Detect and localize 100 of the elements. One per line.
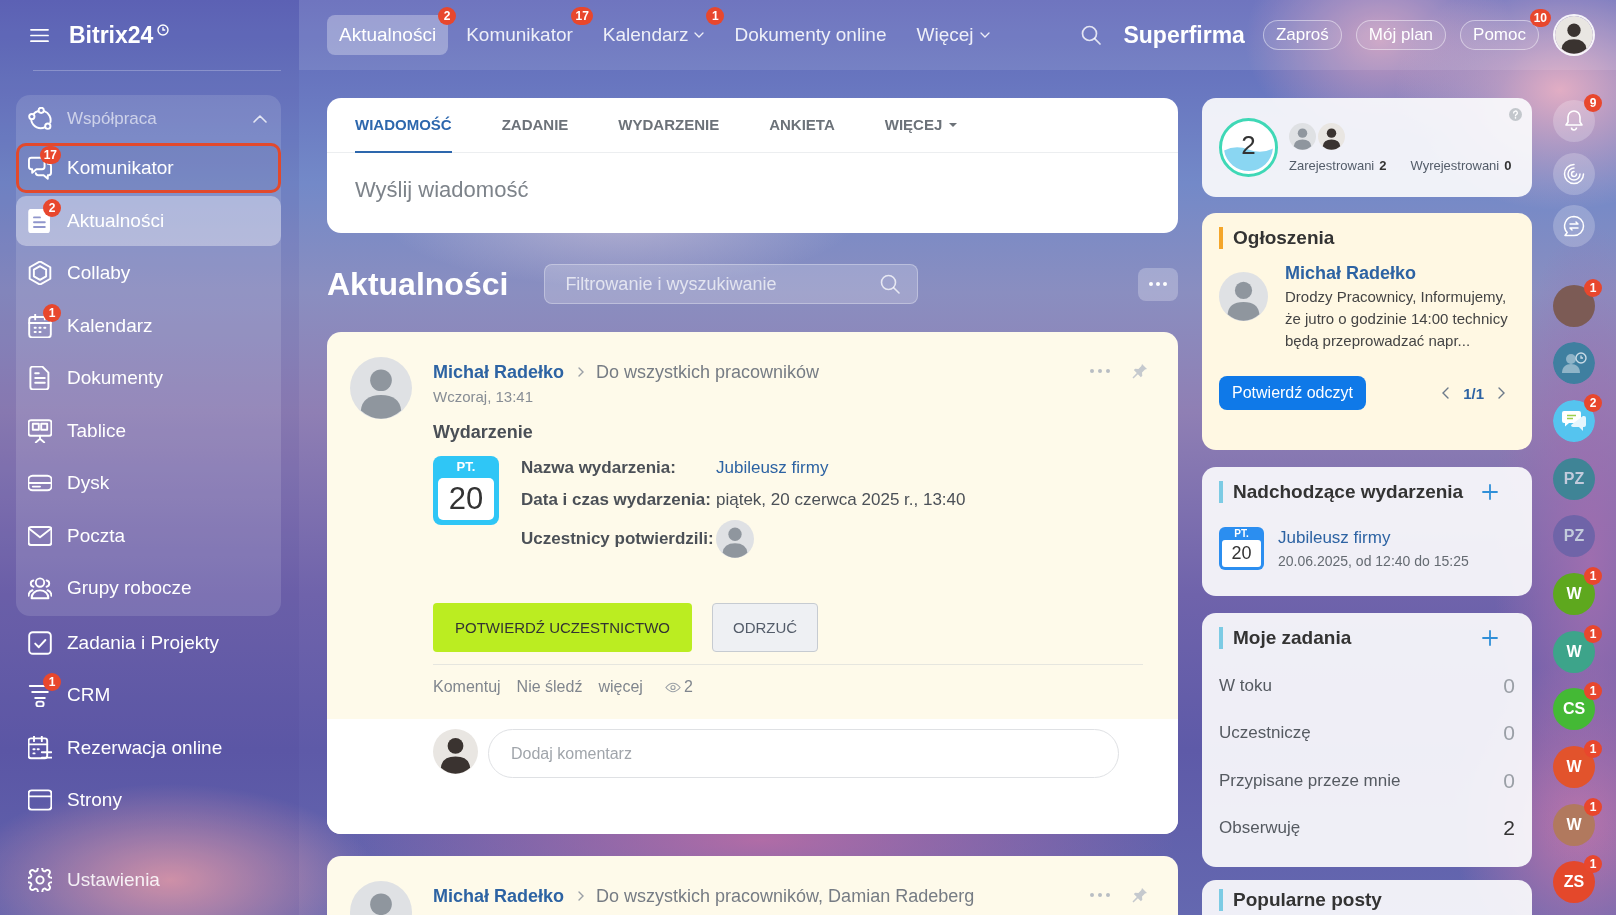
author-link[interactable]: Michał Radełko <box>433 361 565 383</box>
stat-value: 2 <box>1379 157 1387 173</box>
unread-counter: 1 <box>1584 797 1602 816</box>
confirm-button[interactable]: POTWIERDŹ UCZESTNICTWO <box>433 603 692 652</box>
plus-icon[interactable] <box>1482 630 1498 646</box>
widget-title: Moje zadania <box>1219 627 1352 649</box>
chevron-up-icon[interactable] <box>253 115 267 123</box>
user-avatar-icon <box>716 520 754 558</box>
sidebar-item[interactable]: 17 Komunikator <box>16 143 281 193</box>
sidebar-item[interactable]: Collaby <box>16 248 281 298</box>
decline-button[interactable]: ODRZUĆ <box>712 603 819 652</box>
chevron-right-icon[interactable] <box>1498 387 1505 399</box>
chat-arrows-icon[interactable] <box>1553 205 1595 247</box>
checkbox-icon <box>28 630 52 655</box>
composer-tab[interactable]: WIĘCEJ <box>884 98 958 153</box>
sidebar-item[interactable]: 2 Aktualności <box>16 195 281 246</box>
unread-counter: 2 <box>43 198 61 217</box>
group-label[interactable]: Współpraca <box>67 109 157 129</box>
sidebar-item[interactable]: Tablice <box>16 405 281 456</box>
chevron-left-icon[interactable] <box>1442 387 1450 399</box>
composer-tab[interactable]: ZADANIE <box>501 98 569 153</box>
nav-tab[interactable]: Więcej <box>904 15 1002 55</box>
user-avatar-icon <box>1318 122 1345 150</box>
more-icon <box>1149 282 1167 286</box>
person-clock-icon[interactable] <box>1553 342 1595 385</box>
booking-calendar-icon <box>28 735 52 760</box>
unread-counter: 1 <box>1584 740 1602 758</box>
task-filter-link[interactable]: Obserwuję <box>1219 818 1301 839</box>
plus-icon[interactable] <box>1482 484 1498 500</box>
sidebar-item[interactable]: Poczta <box>16 510 281 561</box>
task-filter-link[interactable]: Przypisane przeze mnie <box>1219 770 1401 791</box>
sidebar-item[interactable]: Zadania i Projekty <box>16 617 281 668</box>
unread-counter: 17 <box>571 7 593 25</box>
more-button[interactable] <box>1138 267 1178 301</box>
sidebar-item[interactable]: Dysk <box>16 458 281 508</box>
task-filter-link[interactable]: Uczestniczę <box>1219 723 1311 744</box>
recipients-text: Do wszystkich pracowników <box>596 361 820 383</box>
sidebar-item[interactable]: Grupy robocze <box>16 563 281 613</box>
header-button[interactable]: Mój plan <box>1355 20 1447 50</box>
confirm-read-button[interactable]: Potwierdź odczyt <box>1219 376 1366 410</box>
initials-avatar[interactable]: PZ <box>1553 457 1595 500</box>
menu-icon[interactable] <box>30 27 49 43</box>
composer-tab[interactable]: WIADOMOŚĆ <box>355 98 452 153</box>
pin-icon[interactable] <box>1132 887 1148 903</box>
message-field[interactable]: Wyślij wiadomość <box>355 175 855 205</box>
search-icon[interactable] <box>880 274 901 294</box>
post-action-link[interactable]: Komentuj <box>433 678 501 696</box>
caret-icon <box>694 32 705 38</box>
task-count: 0 <box>1503 673 1515 698</box>
unread-counter: 9 <box>1584 94 1602 112</box>
people-icon <box>28 576 52 600</box>
task-filter-link[interactable]: W toku <box>1219 675 1272 696</box>
settings-item[interactable]: Ustawienia <box>16 855 281 905</box>
water-ring-icon <box>1219 118 1278 177</box>
post-action-link[interactable]: Nie śledź <box>516 678 583 696</box>
logo-text[interactable]: Bitrix24 <box>69 21 154 49</box>
sidebar-item[interactable]: 1 CRM <box>16 670 281 720</box>
event-name-link[interactable]: Jubileusz firmy <box>1278 528 1469 548</box>
task-count: 2 <box>1503 816 1515 841</box>
help-icon[interactable] <box>1509 108 1522 121</box>
unread-counter: 1 <box>43 303 61 322</box>
initials-avatar[interactable]: PZ <box>1553 515 1595 558</box>
event-time: 20.06.2025, od 12:40 do 15:25 <box>1278 553 1469 569</box>
user-avatar-icon <box>1555 16 1593 54</box>
page-title: Aktualności <box>327 265 509 303</box>
unread-counter: 1 <box>1584 278 1602 297</box>
pin-icon[interactable] <box>1132 363 1148 379</box>
author-link[interactable]: Michał Radełko <box>433 885 565 907</box>
composer-tab[interactable]: WYDARZENIE <box>618 98 720 153</box>
comment-field[interactable]: Dodaj komentarz <box>488 729 1119 778</box>
task-count: 0 <box>1503 721 1515 746</box>
photo-placeholder[interactable] <box>1553 284 1595 327</box>
weekday-label: PT. <box>1234 527 1249 540</box>
chat-bubbles-icon[interactable] <box>1553 399 1595 442</box>
author-link[interactable]: Michał Radełko <box>1285 262 1515 284</box>
search-icon[interactable] <box>1081 25 1102 45</box>
more-icon[interactable] <box>1090 369 1110 373</box>
post-type-label: Wydarzenie <box>433 422 534 443</box>
user-avatar-icon <box>350 357 412 419</box>
unread-counter: 1 <box>43 673 61 691</box>
unread-counter: 1 <box>1584 566 1602 585</box>
sidebar-item[interactable]: Rezerwacja online <box>16 722 281 773</box>
spiral-icon[interactable] <box>1553 152 1595 195</box>
composer-tab[interactable]: ANKIETA <box>769 98 835 153</box>
post-time: Wczoraj, 13:41 <box>433 388 535 405</box>
hexagon-icon <box>28 261 52 285</box>
unread-counter: 10 <box>1529 9 1551 27</box>
sidebar-item[interactable]: 1 Kalendarz <box>16 300 281 351</box>
event-name-link[interactable]: Jubileusz firmy <box>716 456 966 480</box>
day-number: 20 <box>1222 540 1261 567</box>
sidebar-item[interactable]: Strony <box>16 775 281 825</box>
header-button[interactable]: Zaproś <box>1262 20 1342 50</box>
sidebar-item[interactable]: Dokumenty <box>16 353 281 403</box>
post-action-link[interactable]: więcej <box>598 678 643 696</box>
weekday-label: PT. <box>456 458 476 476</box>
company-name[interactable]: Superfirma <box>1123 21 1245 49</box>
stat-label: Zarejestrowani <box>1289 157 1375 173</box>
nav-tab[interactable]: Dokumenty online <box>722 15 899 55</box>
more-icon[interactable] <box>1090 893 1110 897</box>
bell-icon[interactable] <box>1553 100 1595 142</box>
